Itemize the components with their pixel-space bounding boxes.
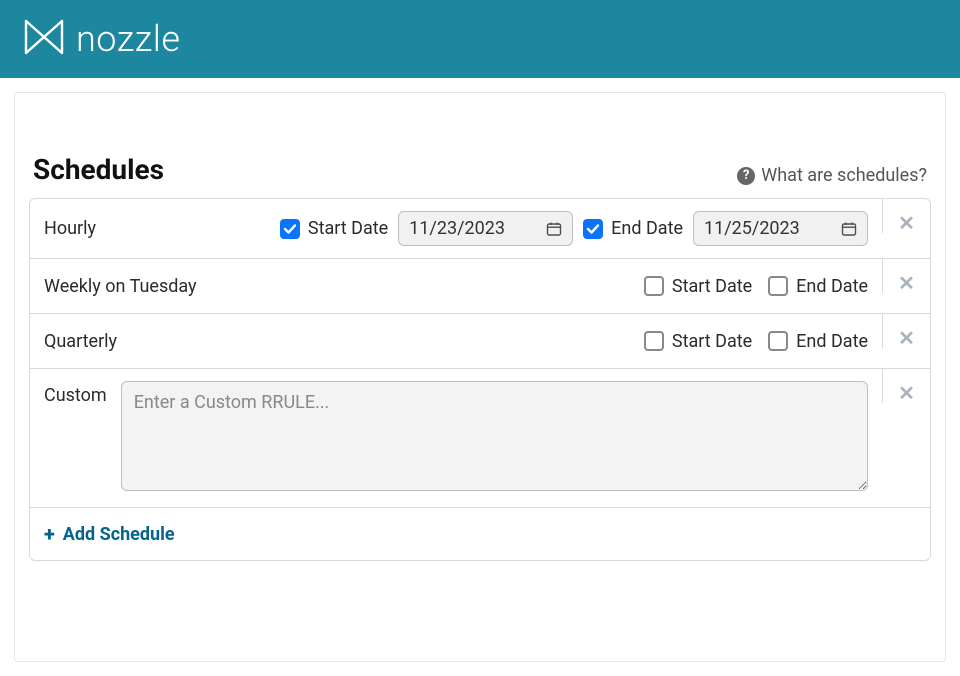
end-date-label: End Date [611, 218, 683, 239]
close-icon: ✕ [898, 381, 915, 405]
checkbox-icon [644, 276, 664, 296]
end-date-checkbox[interactable]: End Date [768, 276, 868, 297]
help-link[interactable]: ? What are schedules? [737, 165, 927, 186]
add-schedule-button[interactable]: + Add Schedule [44, 522, 175, 546]
brand-name: nozzle [76, 18, 180, 60]
header-row: Schedules ? What are schedules? [29, 153, 931, 198]
help-icon: ? [737, 167, 755, 185]
schedule-name: Quarterly [44, 331, 117, 352]
close-icon: ✕ [898, 211, 915, 235]
end-date-label: End Date [796, 276, 868, 297]
help-label: What are schedules? [761, 165, 927, 186]
schedule-name: Custom [44, 381, 107, 406]
schedules-table: Hourly Start Date 11/23/2023 [29, 198, 931, 561]
schedule-row: Hourly Start Date 11/23/2023 [30, 199, 930, 258]
remove-schedule-button[interactable]: ✕ [898, 328, 915, 348]
checkbox-icon [280, 219, 300, 239]
calendar-icon [546, 221, 562, 237]
nozzle-logo-icon [22, 17, 66, 61]
start-date-label: Start Date [672, 276, 752, 297]
start-date-label: Start Date [308, 218, 388, 239]
app-header: nozzle [0, 0, 960, 78]
end-date-input[interactable]: 11/25/2023 [693, 211, 868, 246]
start-date-checkbox[interactable]: Start Date [280, 218, 388, 239]
add-schedule-row: + Add Schedule [30, 507, 930, 560]
calendar-icon [841, 221, 857, 237]
checkbox-icon [768, 331, 788, 351]
start-date-input[interactable]: 11/23/2023 [398, 211, 573, 246]
close-icon: ✕ [898, 271, 915, 295]
close-icon: ✕ [898, 326, 915, 350]
end-date-label: End Date [796, 331, 868, 352]
remove-schedule-button[interactable]: ✕ [898, 213, 915, 233]
start-date-checkbox[interactable]: Start Date [644, 331, 752, 352]
schedule-row: Quarterly Start Date End Dat [30, 313, 930, 368]
start-date-label: Start Date [672, 331, 752, 352]
end-date-checkbox[interactable]: End Date [768, 331, 868, 352]
remove-schedule-button[interactable]: ✕ [898, 273, 915, 293]
custom-rrule-input[interactable] [121, 381, 868, 491]
schedule-row: Custom ✕ [30, 368, 930, 507]
checkbox-icon [768, 276, 788, 296]
main-card: Schedules ? What are schedules? Hourly S [14, 92, 946, 662]
start-date-checkbox[interactable]: Start Date [644, 276, 752, 297]
remove-schedule-button[interactable]: ✕ [898, 383, 915, 403]
page-title: Schedules [33, 153, 164, 186]
add-schedule-label: Add Schedule [63, 524, 175, 545]
end-date-value: 11/25/2023 [704, 218, 800, 239]
end-date-checkbox[interactable]: End Date [583, 218, 683, 239]
plus-icon: + [44, 522, 55, 546]
schedule-name: Weekly on Tuesday [44, 276, 197, 297]
brand: nozzle [22, 17, 180, 61]
checkbox-icon [583, 219, 603, 239]
start-date-value: 11/23/2023 [409, 218, 505, 239]
schedule-name: Hourly [44, 218, 96, 239]
schedule-row: Weekly on Tuesday Start Date [30, 258, 930, 313]
checkbox-icon [644, 331, 664, 351]
